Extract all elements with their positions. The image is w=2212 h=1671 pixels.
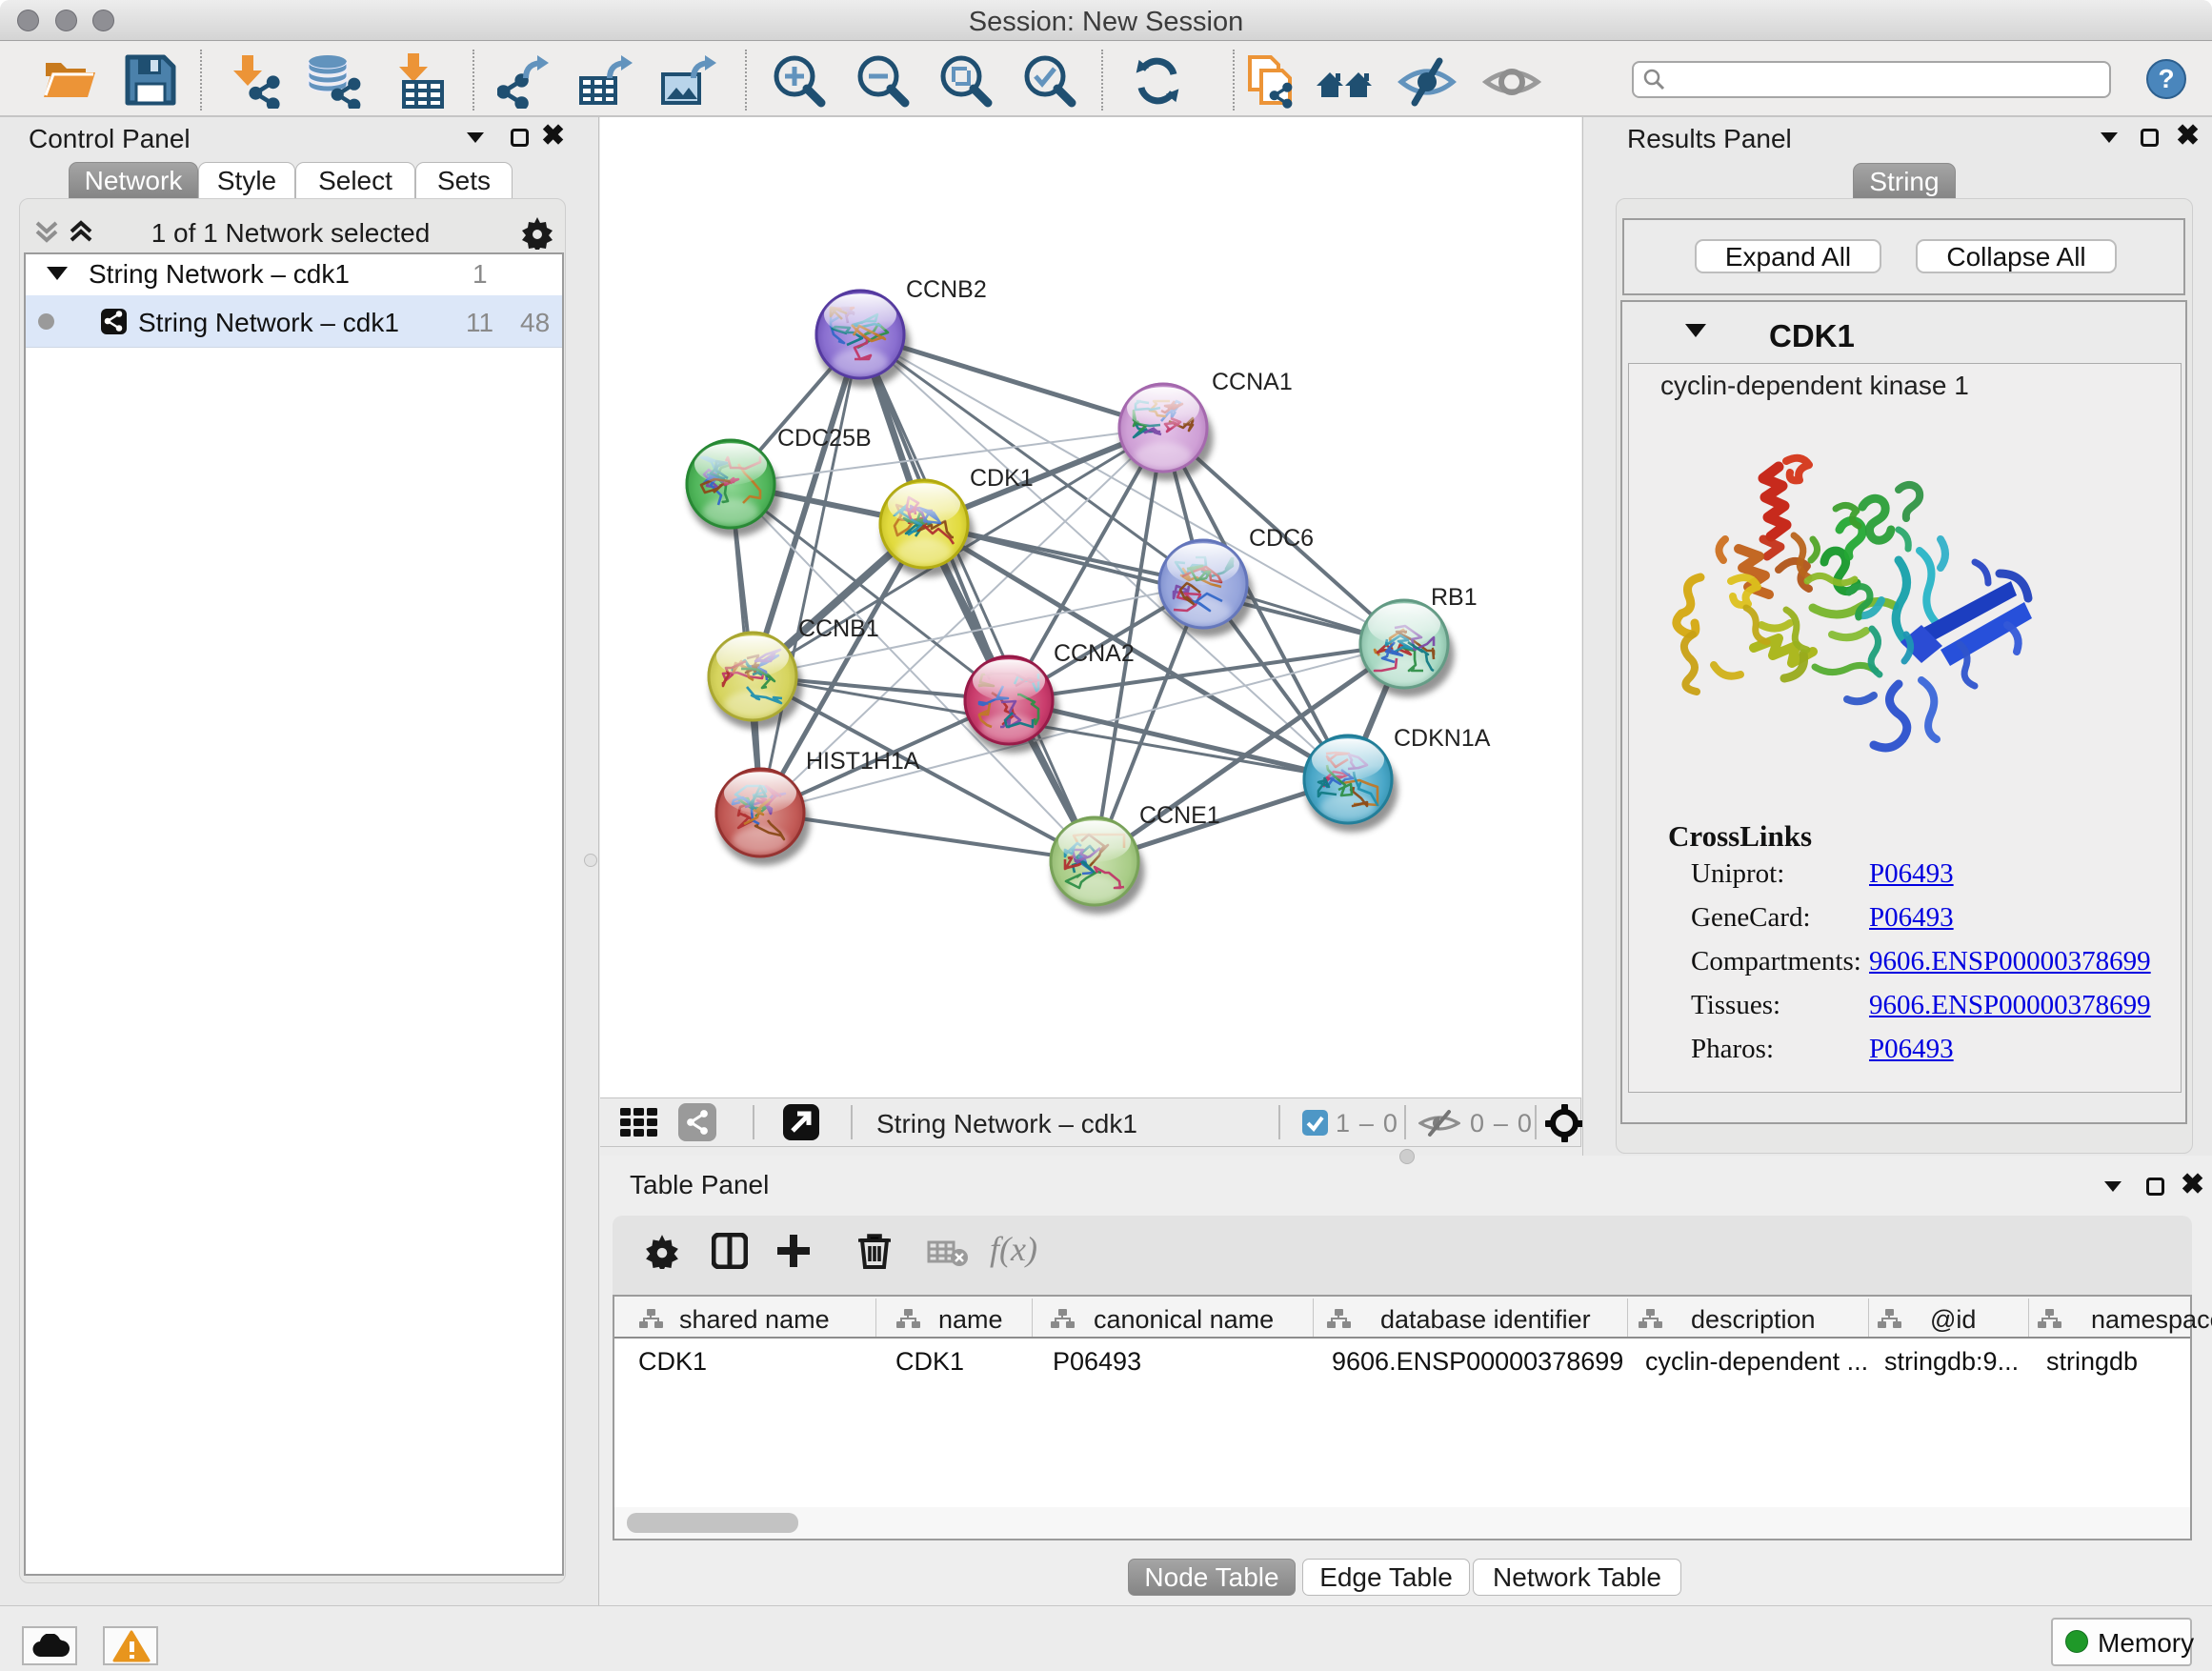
svg-text:?: ? [2158,64,2174,93]
